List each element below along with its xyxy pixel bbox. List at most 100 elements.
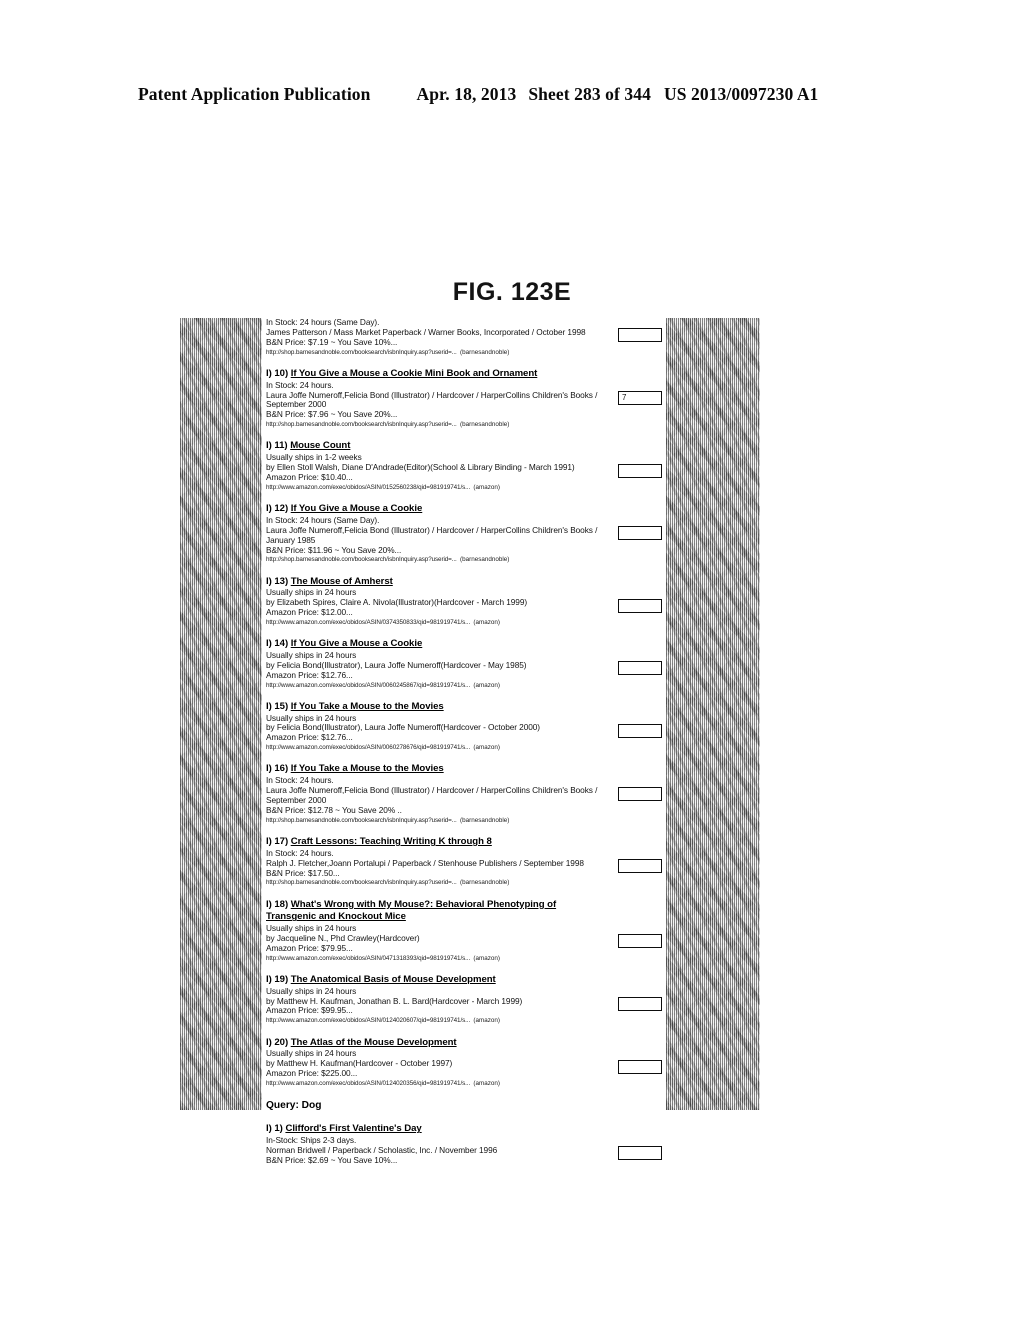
result-title-link[interactable]: What's Wrong with My Mouse?: Behavioral … — [291, 899, 556, 910]
result-detail-cont: January 1985 — [266, 534, 316, 545]
result-entry: I) 15) If You Take a Mouse to the Movies… — [266, 701, 666, 753]
header-publication-title: Patent Application Publication — [138, 84, 371, 104]
result-source-label: (amazon) — [473, 483, 501, 491]
result-title-line: I) 16) If You Take a Mouse to the Movies — [266, 763, 666, 775]
annotation-marker-box — [618, 463, 662, 478]
annotation-marker-box — [618, 997, 662, 1012]
result-url: http://shop.barnesandnoble.com/booksearc… — [266, 816, 666, 825]
result-url: http://www.amazon.com/exec/obidos/ASIN/0… — [266, 483, 666, 492]
result-url-text[interactable]: http://shop.barnesandnoble.com/booksearc… — [266, 556, 457, 563]
result-title-line: I) 20) The Atlas of the Mouse Developmen… — [266, 1037, 666, 1049]
result-price: B&N Price: $7.19 ~ You Save 10%... — [266, 336, 398, 347]
result-source-label: (amazon) — [473, 681, 501, 689]
result-price: B&N Price: $7.96 ~ You Save 20%... — [266, 409, 398, 420]
result-url-text[interactable]: http://www.amazon.com/exec/obidos/ASIN/0… — [266, 1080, 470, 1087]
result-index: I) 19) — [266, 973, 289, 985]
result-title-line: I) 13) The Mouse of Amherst — [266, 576, 666, 588]
result-url: http://shop.barnesandnoble.com/booksearc… — [266, 420, 666, 429]
result-source-label: (amazon) — [473, 954, 501, 962]
result-url-text[interactable]: http://shop.barnesandnoble.com/booksearc… — [266, 817, 457, 824]
result-title-line-2: Transgenic and Knockout Mice — [266, 911, 666, 923]
result-url: http://shop.barnesandnoble.com/booksearc… — [266, 878, 666, 887]
result-index: I) 14) — [266, 638, 289, 650]
result-title-line: I) 12) If You Give a Mouse a Cookie — [266, 503, 666, 515]
result-index: I) 18) — [266, 898, 289, 910]
scan-texture-left — [180, 318, 262, 1110]
result-title-link[interactable]: If You Give a Mouse a Cookie Mini Book a… — [291, 368, 538, 379]
scan-texture-right — [666, 318, 760, 1110]
result-entry: I) 12) If You Give a Mouse a Cookie In St… — [266, 503, 666, 565]
result-price: Amazon Price: $10.40... — [266, 471, 353, 482]
result-entry: I) 14) If You Give a Mouse a Cookie Usual… — [266, 638, 666, 690]
result-title-link[interactable]: If You Take a Mouse to the Movies — [291, 763, 444, 774]
figure-123e: In Stock: 24 hours (Same Day). James Patt… — [180, 317, 760, 1165]
result-index: I) 15) — [266, 700, 289, 712]
result-price: Amazon Price: $12.00... — [266, 607, 353, 618]
result-entry-partial: In Stock: 24 hours (Same Day). James Patt… — [266, 317, 666, 357]
result-url-text[interactable]: http://www.amazon.com/exec/obidos/ASIN/0… — [266, 619, 470, 626]
header-patent-number: US 2013/0097230 A1 — [663, 84, 819, 104]
result-source-label: (amazon) — [473, 744, 501, 752]
result-entry: I) 17) Craft Lessons: Teaching Writing K… — [266, 836, 666, 888]
result-index: I) 10) — [266, 367, 289, 379]
query-heading: Query: Dog — [266, 1100, 322, 1112]
result-url: http://www.amazon.com/exec/obidos/ASIN/0… — [266, 1079, 666, 1088]
result-price: Amazon Price: $12.76... — [266, 732, 353, 743]
result-title-link[interactable]: The Mouse of Amherst — [291, 576, 393, 587]
result-entry: I) 1) Clifford's First Valentine's Day In… — [266, 1123, 666, 1165]
search-results-list: In Stock: 24 hours (Same Day). James Patt… — [266, 317, 666, 1165]
result-title-link[interactable]: Mouse Count — [290, 440, 350, 451]
result-price: Amazon Price: $79.95... — [266, 942, 353, 953]
result-index: I) 16) — [266, 763, 289, 775]
result-entry: I) 19) The Anatomical Basis of Mouse Dev… — [266, 974, 666, 1026]
result-title-link[interactable]: If You Take a Mouse to the Movies — [291, 701, 444, 712]
result-title-link[interactable]: Craft Lessons: Teaching Writing K throug… — [291, 836, 492, 847]
annotation-marker-box — [618, 1146, 662, 1161]
header-sheet-number: Sheet 283 of 344 — [528, 84, 651, 104]
result-title-line: I) 14) If You Give a Mouse a Cookie — [266, 638, 666, 650]
result-url-text[interactable]: http://shop.barnesandnoble.com/booksearc… — [266, 879, 457, 886]
result-url-text[interactable]: http://shop.barnesandnoble.com/booksearc… — [266, 349, 457, 356]
result-price: B&N Price: $11.96 ~ You Save 20%... — [266, 544, 402, 555]
result-title-link[interactable]: If You Give a Mouse a Cookie — [291, 638, 423, 649]
result-entry: I) 16) If You Take a Mouse to the Movies… — [266, 763, 666, 825]
result-entry: I) 20) The Atlas of the Mouse Developmen… — [266, 1037, 666, 1089]
result-entry: I) 18) What's Wrong with My Mouse?: Beha… — [266, 899, 666, 963]
result-source-label: (amazon) — [473, 619, 501, 627]
result-source-label: (barnesandnoble) — [460, 348, 510, 356]
result-price: Amazon Price: $99.95... — [266, 1005, 353, 1016]
result-index: I) 17) — [266, 836, 289, 848]
result-title-link[interactable]: The Atlas of the Mouse Development — [291, 1037, 457, 1048]
result-title-line: I) 17) Craft Lessons: Teaching Writing K… — [266, 836, 666, 848]
result-url-text[interactable]: http://www.amazon.com/exec/obidos/ASIN/0… — [266, 682, 470, 689]
result-price: Amazon Price: $225.00... — [266, 1068, 358, 1079]
result-url: http://www.amazon.com/exec/obidos/ASIN/0… — [266, 1016, 666, 1025]
result-title-link[interactable]: If You Give a Mouse a Cookie — [291, 503, 423, 514]
result-detail: Laura Joffe Numeroff,Felicia Bond (Illus… — [266, 524, 598, 535]
figure-caption: FIG. 123E — [452, 278, 572, 306]
page-header: Patent Application Publication Apr. 18, 2… — [138, 84, 886, 105]
result-title-link[interactable]: Clifford's First Valentine's Day — [285, 1123, 421, 1134]
result-url: http://www.amazon.com/exec/obidos/ASIN/0… — [266, 618, 666, 627]
result-url: http://www.amazon.com/exec/obidos/ASIN/0… — [266, 743, 666, 752]
result-url-text[interactable]: http://www.amazon.com/exec/obidos/ASIN/0… — [266, 744, 470, 751]
result-entry: I) 11) Mouse Count Usually ships in 1-2 w… — [266, 440, 666, 492]
result-entry: I) 13) The Mouse of Amherst Usually ships… — [266, 576, 666, 628]
result-index: I) 12) — [266, 503, 289, 515]
result-url-text[interactable]: http://shop.barnesandnoble.com/booksearc… — [266, 421, 457, 428]
result-url-text[interactable]: http://www.amazon.com/exec/obidos/ASIN/0… — [266, 955, 470, 962]
result-title-link-cont[interactable]: Transgenic and Knockout Mice — [266, 911, 406, 922]
result-title-line: I) 19) The Anatomical Basis of Mouse Dev… — [266, 974, 666, 986]
result-source-label: (amazon) — [473, 1017, 501, 1025]
result-source-label: (barnesandnoble) — [460, 816, 510, 824]
result-url-text[interactable]: http://www.amazon.com/exec/obidos/ASIN/0… — [266, 484, 470, 491]
result-source-label: (barnesandnoble) — [460, 421, 510, 429]
annotation-marker-box: 7 — [618, 391, 662, 406]
annotation-marker-box — [618, 328, 662, 343]
annotation-marker-box — [618, 723, 662, 738]
result-title-link[interactable]: The Anatomical Basis of Mouse Developmen… — [291, 974, 496, 985]
result-url: http://shop.barnesandnoble.com/booksearc… — [266, 555, 666, 564]
result-url-text[interactable]: http://www.amazon.com/exec/obidos/ASIN/0… — [266, 1017, 470, 1024]
result-source-label: (barnesandnoble) — [460, 879, 510, 887]
result-index: I) 11) — [266, 440, 288, 452]
